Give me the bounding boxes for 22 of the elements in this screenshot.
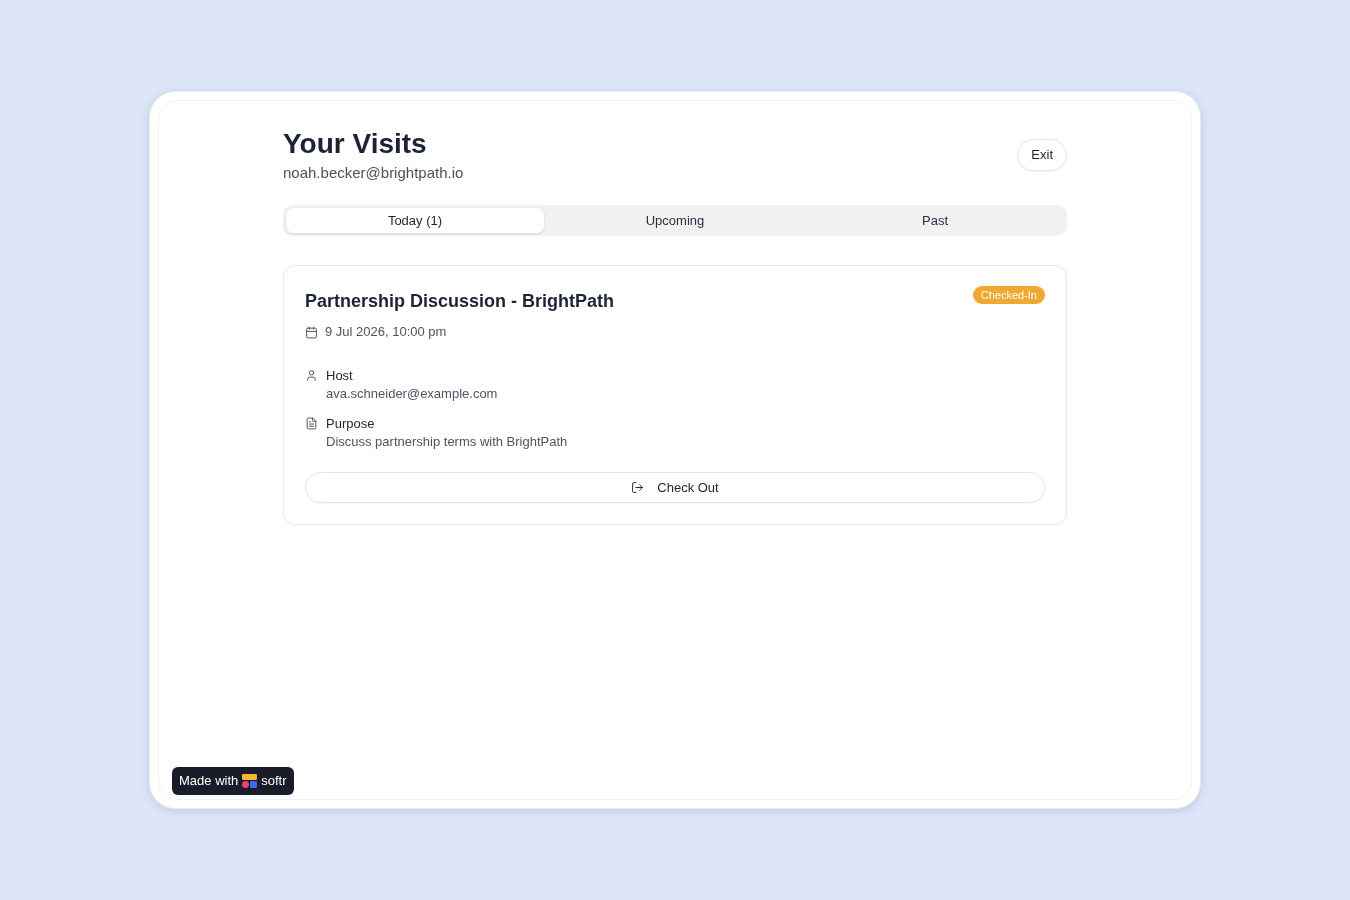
detail-value: Discuss partnership terms with BrightPath — [326, 433, 568, 451]
user-email: noah.becker@brightpath.io — [283, 163, 464, 183]
check-out-button[interactable]: Check Out — [305, 472, 1045, 503]
tab[interactable]: Upcoming — [546, 208, 804, 233]
log-out-icon — [631, 481, 645, 494]
visit-title: Partnership Discussion - BrightPath — [305, 290, 615, 313]
calendar-icon — [305, 325, 318, 339]
badge-text: Made with — [179, 772, 239, 791]
visit-datetime: 9 Jul 2026, 10:00 pm — [325, 323, 447, 341]
document-icon — [305, 417, 318, 430]
made-with-badge[interactable]: Made with softr — [172, 767, 294, 795]
detail-label: Purpose — [326, 415, 376, 433]
logo-icon — [242, 774, 258, 788]
brand-name: softr — [261, 772, 287, 791]
detail-value: ava.schneider@example.com — [326, 385, 498, 403]
exit-button[interactable]: Exit — [1017, 139, 1067, 171]
tab[interactable]: Today (1) — [286, 208, 544, 233]
tab[interactable]: Past — [806, 208, 1064, 233]
status-badge: Checked-In — [972, 286, 1045, 304]
detail-label: Host — [326, 367, 354, 385]
page-title: Your Visits — [283, 127, 428, 161]
person-icon — [305, 369, 318, 382]
